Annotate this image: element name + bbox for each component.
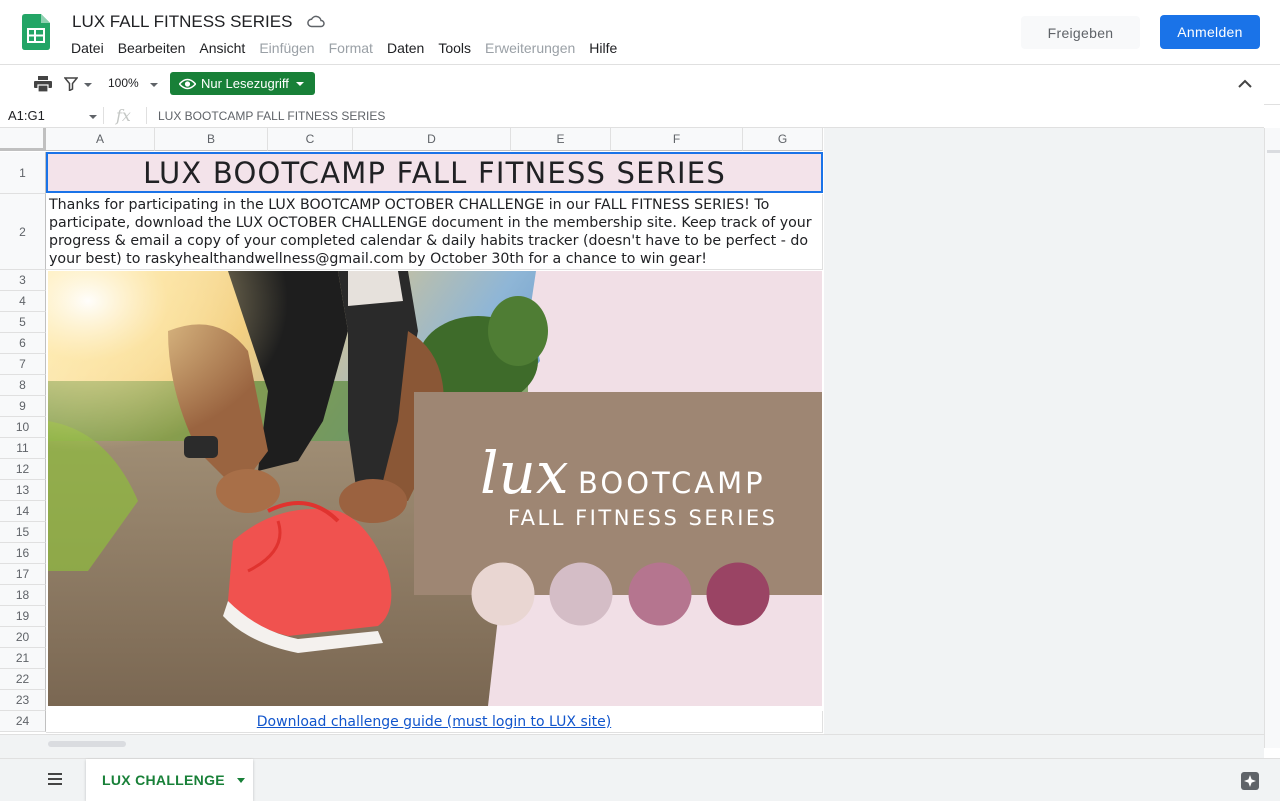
sign-in-button[interactable]: Anmelden [1160,15,1260,49]
download-guide-link[interactable]: Download challenge guide (must login to … [257,714,611,730]
row-header-10[interactable]: 10 [0,417,46,438]
row-header-12[interactable]: 12 [0,459,46,480]
sheet-tab-label: LUX CHALLENGE [102,772,225,788]
document-title[interactable]: LUX FALL FITNESS SERIES [72,12,292,32]
cloud-saved-icon[interactable] [307,14,325,28]
column-header-b[interactable]: B [155,128,268,151]
name-box[interactable]: A1:G1 [8,108,45,123]
banner-brand-text: BOOTCAMP [578,466,766,500]
formula-bar: A1:G1 fx LUX BOOTCAMP FALL FITNESS SERIE… [0,104,1264,128]
horizontal-scroll-thumb[interactable] [48,741,126,747]
row-header-1[interactable]: 1 [0,152,46,194]
share-button[interactable]: Freigeben [1021,16,1140,49]
row-header-14[interactable]: 14 [0,501,46,522]
lux-bootcamp-banner-image: lux BOOTCAMP FALL FITNESS SERIES [48,271,822,706]
sheet-tab-bar: LUX CHALLENGE [0,758,1280,801]
fx-icon: fx [116,106,131,125]
print-icon[interactable] [34,76,52,92]
swatch-1 [471,562,535,626]
row-header-22[interactable]: 22 [0,669,46,690]
row-header-7[interactable]: 7 [0,354,46,375]
explore-icon[interactable] [1240,771,1260,791]
row-header-8[interactable]: 8 [0,375,46,396]
column-header-a[interactable]: A [46,128,155,151]
vertical-scrollbar[interactable] [1264,128,1280,748]
collapse-chevron-up-icon[interactable] [1237,77,1253,91]
row-header-18[interactable]: 18 [0,585,46,606]
column-header-f[interactable]: F [611,128,743,151]
menu-bar: Datei Bearbeiten Ansicht Einfügen Format Date… [64,40,624,58]
row-header-16[interactable]: 16 [0,543,46,564]
row-header-23[interactable]: 23 [0,690,46,711]
menu-item-einfügen[interactable]: Einfügen [252,40,321,58]
formula-input[interactable]: LUX BOOTCAMP FALL FITNESS SERIES [158,109,385,123]
row-header-20[interactable]: 20 [0,627,46,648]
formula-divider [103,107,104,124]
filter-caret-icon[interactable] [84,83,92,87]
column-header-d[interactable]: D [353,128,511,151]
menu-item-ansicht[interactable]: Ansicht [192,40,252,58]
row-header-3[interactable]: 3 [0,270,46,291]
select-all-corner[interactable] [0,128,46,151]
readonly-caret-icon [295,81,304,86]
scroll-mark [1267,150,1280,153]
empty-grid-area [824,128,1264,734]
toolbar: 100% Nur Lesezugriff [0,64,1280,105]
column-header-e[interactable]: E [511,128,611,151]
menu-item-bearbeiten[interactable]: Bearbeiten [111,40,193,58]
menu-item-erweiterungen[interactable]: Erweiterungen [478,40,582,58]
row-header-24[interactable]: 24 [0,711,46,732]
menu-item-hilfe[interactable]: Hilfe [582,40,624,58]
sheet-tab-caret-icon[interactable] [236,777,245,783]
menu-item-datei[interactable]: Datei [64,40,111,58]
row-header-19[interactable]: 19 [0,606,46,627]
column-header-c[interactable]: C [268,128,353,151]
intro-text-cell[interactable]: Thanks for participating in the LUX BOOT… [46,194,823,270]
row-header-6[interactable]: 6 [0,333,46,354]
row-header-15[interactable]: 15 [0,522,46,543]
spreadsheet-grid: ABCDEFG 1 2 3 4 5 6 7 8 9 10 11 12 13 14 15 16 17 18 19 20 2… [0,128,824,734]
all-sheets-list-icon[interactable] [48,773,62,785]
eye-icon [179,78,196,89]
menu-item-daten[interactable]: Daten [380,40,431,58]
formula-divider [146,107,147,124]
filter-icon[interactable] [64,77,78,91]
zoom-caret-icon[interactable] [150,83,158,87]
title-cell[interactable]: LUX BOOTCAMP FALL FITNESS SERIES [46,152,823,193]
menu-item-tools[interactable]: Tools [431,40,478,58]
row-header-17[interactable]: 17 [0,564,46,585]
column-header-g[interactable]: G [743,128,823,151]
menu-item-format[interactable]: Format [322,40,380,58]
link-cell: Download challenge guide (must login to … [46,711,823,733]
banner-series-text: FALL FITNESS SERIES [508,506,778,530]
row-header-4[interactable]: 4 [0,291,46,312]
swatch-4 [706,562,770,626]
readonly-label: Nur Lesezugriff [201,76,289,91]
name-box-caret-icon[interactable] [89,115,97,119]
row-header-13[interactable]: 13 [0,480,46,501]
swatch-2 [549,562,613,626]
readonly-badge[interactable]: Nur Lesezugriff [170,72,315,95]
sheets-logo-icon[interactable] [22,14,50,50]
zoom-select[interactable]: 100% [108,76,139,90]
banner-script-text: lux [480,439,569,507]
app-header: LUX FALL FITNESS SERIES Datei Bearbeiten A… [0,0,1280,64]
swatch-3 [628,562,692,626]
row-header-21[interactable]: 21 [0,648,46,669]
row-header-5[interactable]: 5 [0,312,46,333]
horizontal-scrollbar[interactable] [0,734,1264,759]
row-header-11[interactable]: 11 [0,438,46,459]
row-header-2[interactable]: 2 [0,194,46,270]
row-header-9[interactable]: 9 [0,396,46,417]
sheet-tab-lux-challenge[interactable]: LUX CHALLENGE [86,759,253,801]
